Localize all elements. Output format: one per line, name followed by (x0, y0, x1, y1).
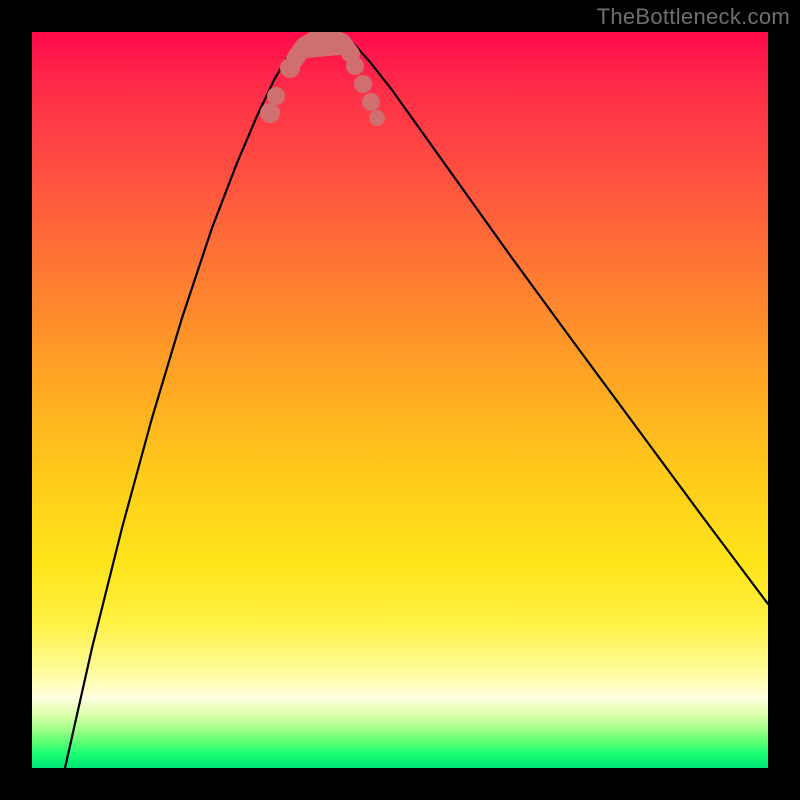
watermark-text: TheBottleneck.com (597, 4, 790, 30)
right-ascending-curve (344, 36, 768, 604)
marker-group (260, 57, 385, 126)
curve-layer (32, 32, 768, 768)
curve-marker-dot (280, 58, 300, 78)
chart-frame: TheBottleneck.com (0, 0, 800, 800)
curve-marker-dot (260, 103, 280, 123)
curve-marker-dot (267, 87, 285, 105)
plot-area (32, 32, 768, 768)
left-descending-curve (65, 36, 308, 768)
valley-blob (295, 38, 351, 59)
curve-marker-dot (346, 57, 364, 75)
curve-marker-dot (362, 93, 380, 111)
curve-marker-dot (369, 110, 385, 126)
curve-marker-dot (354, 75, 372, 93)
